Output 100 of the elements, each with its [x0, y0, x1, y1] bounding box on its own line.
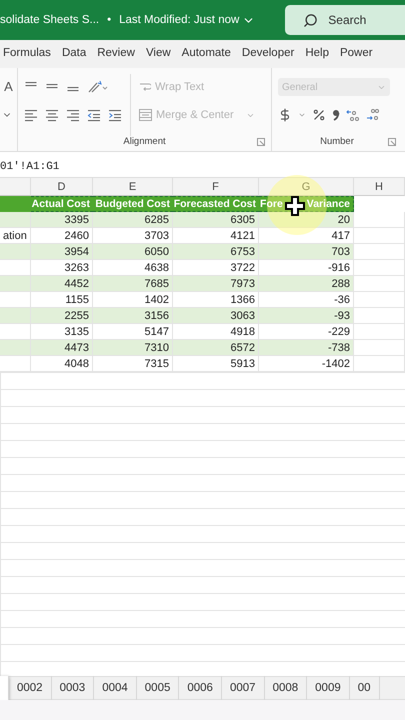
table-cell	[0, 308, 31, 324]
table-cell: 4638	[93, 260, 173, 276]
column-header[interactable]: F	[173, 178, 259, 196]
table-cell: 20	[259, 212, 354, 228]
table-cell: 7685	[93, 276, 173, 292]
comma-style-icon[interactable]	[332, 109, 340, 121]
table-cell	[354, 340, 405, 356]
table-header-cell: Budgeted Cost	[93, 196, 173, 212]
table-cell: 5913	[173, 356, 259, 372]
header-text: Variance	[306, 198, 350, 210]
column-header[interactable]: H	[354, 178, 405, 196]
table-cell	[0, 212, 31, 228]
table-cell: 7310	[93, 340, 173, 356]
align-center-icon[interactable]	[45, 108, 59, 122]
table-cell: 2255	[31, 308, 93, 324]
percent-icon[interactable]	[312, 108, 326, 122]
table-cell: 3703	[93, 228, 173, 244]
decrease-decimal-icon[interactable]	[366, 108, 380, 122]
search-icon	[303, 12, 318, 28]
table-cell: -36	[259, 292, 354, 308]
table-header-cell: Actual Cost	[31, 196, 93, 212]
table-cell: 3263	[31, 260, 93, 276]
ribbon-tab[interactable]: Power	[340, 47, 379, 61]
table-cell: 2460	[31, 228, 93, 244]
table-cell	[354, 212, 405, 228]
table-cell: -738	[259, 340, 354, 356]
title-separator: •	[107, 14, 112, 26]
table-cell	[0, 324, 31, 340]
search-field[interactable]: Search	[285, 5, 405, 35]
table-cell: 6285	[93, 212, 173, 228]
table-cell: 3954	[31, 244, 93, 260]
wrap-icon	[139, 81, 151, 93]
table-cell	[354, 324, 405, 340]
table-cell: 7973	[173, 276, 259, 292]
group-label: Alignment	[123, 136, 166, 147]
table-cell: 6572	[173, 340, 259, 356]
caret-icon[interactable]	[298, 111, 306, 119]
table-cell: ation	[0, 228, 31, 244]
table-header-cell: Forecasted Cost	[173, 196, 259, 212]
table-cell	[0, 260, 31, 276]
table-cell	[354, 356, 405, 372]
table-cell: 6305	[173, 212, 259, 228]
table-cell: 4473	[31, 340, 93, 356]
dialog-launcher-icon[interactable]	[388, 138, 396, 146]
table-cell	[354, 308, 405, 324]
merge-icon	[139, 109, 152, 121]
table-cell	[0, 276, 31, 292]
table-cell: 4918	[173, 324, 259, 340]
table-cell: 3156	[93, 308, 173, 324]
ribbon-tab[interactable]: Developer	[242, 47, 300, 61]
table-cell: 3395	[31, 212, 93, 228]
increase-indent-icon[interactable]	[108, 108, 122, 122]
table-cell	[0, 244, 31, 260]
table-cell	[354, 260, 405, 276]
currency-icon[interactable]	[278, 108, 292, 122]
ribbon-tab[interactable]: Automate	[182, 47, 237, 61]
table-cell: 1402	[93, 292, 173, 308]
table-cell: 4121	[173, 228, 259, 244]
group-label: Number	[320, 136, 354, 147]
table-cell: 1155	[31, 292, 93, 308]
table-cell: 3063	[173, 308, 259, 324]
table-cell	[354, 276, 405, 292]
align-right-icon[interactable]	[66, 108, 80, 122]
column-header[interactable]: D	[31, 178, 93, 196]
table-cell: 7315	[93, 356, 173, 372]
decrease-indent-icon[interactable]	[87, 108, 101, 122]
ribbon-tab[interactable]: Help	[305, 47, 335, 61]
table-cell	[354, 228, 405, 244]
dialog-launcher-icon[interactable]	[257, 138, 265, 146]
table-cell: 417	[259, 228, 354, 244]
last-modified-status[interactable]: Last Modified: Just now	[119, 14, 240, 26]
column-header[interactable]: E	[93, 178, 173, 196]
workbook-title[interactable]: solidate Sheets S...	[0, 14, 100, 26]
table-cell: 3722	[173, 260, 259, 276]
ribbon-tab[interactable]: Data	[62, 47, 92, 61]
table-cell	[0, 356, 31, 372]
formula-text[interactable]: 01'!A1:G1	[0, 160, 60, 172]
table-cell: 6050	[93, 244, 173, 260]
table-cell	[354, 244, 405, 260]
table-cell: 5147	[93, 324, 173, 340]
font-size-button[interactable]: A	[2, 78, 15, 96]
table-cell: 288	[259, 276, 354, 292]
align-left-icon[interactable]	[24, 108, 38, 122]
ribbon-tab[interactable]: Formulas	[3, 47, 57, 61]
move-cursor-icon	[284, 196, 305, 216]
increase-decimal-icon[interactable]	[346, 108, 360, 122]
table-header-cell	[0, 196, 31, 212]
table-cell: -1402	[259, 356, 354, 372]
table-cell: 3135	[31, 324, 93, 340]
table-cell	[354, 292, 405, 308]
table-cell	[0, 292, 31, 308]
text-orientation-icon[interactable]	[87, 80, 109, 94]
table-cell: -916	[259, 260, 354, 276]
table-cell: 4452	[31, 276, 93, 292]
table-cell: 4048	[31, 356, 93, 372]
table-cell	[0, 340, 31, 356]
ribbon-tab[interactable]: Review	[97, 47, 141, 61]
ribbon-tab[interactable]: View	[146, 47, 177, 61]
table-cell: 1366	[173, 292, 259, 308]
table-cell: -229	[259, 324, 354, 340]
